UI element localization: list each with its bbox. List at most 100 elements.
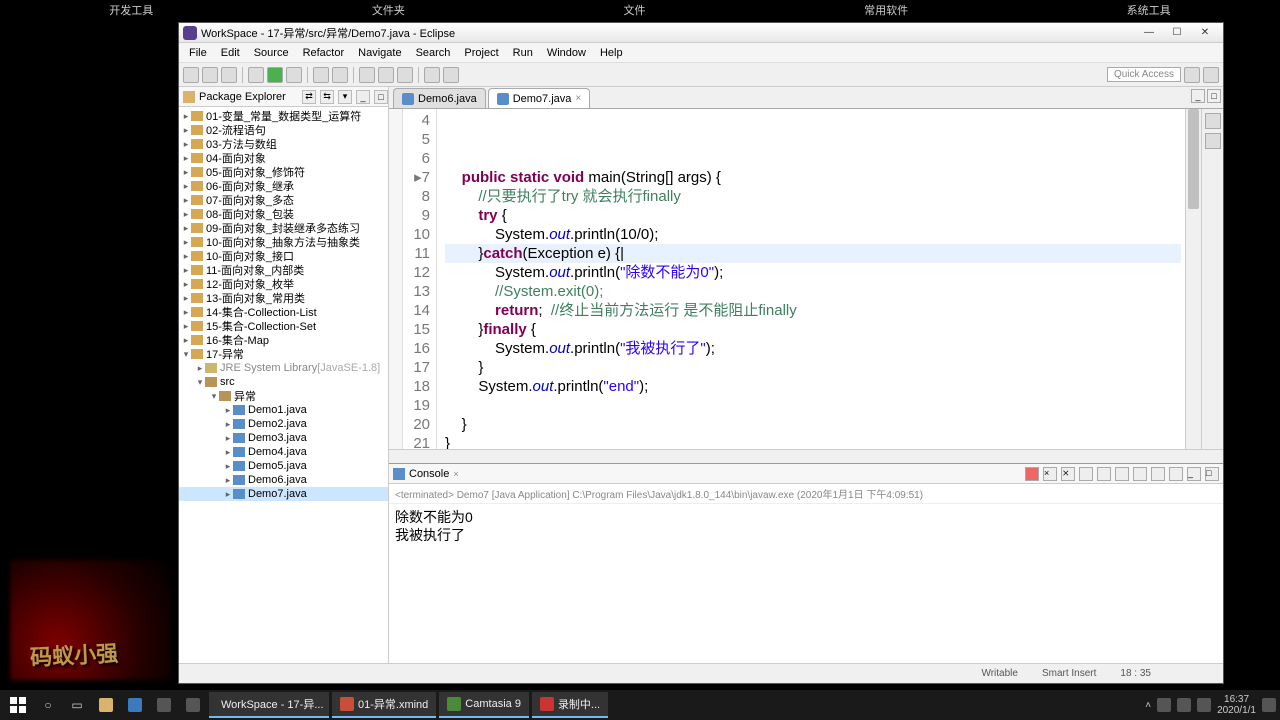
run-icon[interactable]: [267, 67, 283, 83]
window-titlebar[interactable]: WorkSpace - 17-异常/src/异常/Demo7.java - Ec…: [179, 23, 1223, 43]
menu-navigate[interactable]: Navigate: [352, 45, 407, 61]
save-button-icon[interactable]: [202, 67, 218, 83]
package-item[interactable]: ▾异常: [179, 389, 388, 403]
word-wrap-icon[interactable]: [1115, 467, 1129, 481]
taskbar-app-recording[interactable]: 录制中...: [532, 692, 608, 718]
vertical-scrollbar[interactable]: [1185, 109, 1201, 449]
menu-refactor[interactable]: Refactor: [297, 45, 351, 61]
java-file-item[interactable]: ▸Demo4.java: [179, 445, 388, 459]
taskbar-app-xmind[interactable]: 01-异常.xmind: [332, 692, 436, 718]
windows-taskbar[interactable]: ○ ▭ WorkSpace - 17-异... 01-异常.xmind Camt…: [0, 690, 1280, 720]
display-console-icon[interactable]: [1151, 467, 1165, 481]
project-item[interactable]: ▸16-集合-Map: [179, 333, 388, 347]
project-item[interactable]: ▸08-面向对象_包装: [179, 207, 388, 221]
menu-search[interactable]: Search: [410, 45, 457, 61]
save-all-icon[interactable]: [221, 67, 237, 83]
java-file-item[interactable]: ▸Demo6.java: [179, 473, 388, 487]
new-class-icon[interactable]: [332, 67, 348, 83]
debug-icon[interactable]: [248, 67, 264, 83]
project-item[interactable]: ▸01-变量_常量_数据类型_运算符: [179, 109, 388, 123]
explorer-icon[interactable]: [93, 692, 119, 718]
app-icon[interactable]: [151, 692, 177, 718]
remove-all-icon[interactable]: ⨯: [1061, 467, 1075, 481]
edge-icon[interactable]: [122, 692, 148, 718]
taskbar-app-camtasia[interactable]: Camtasia 9: [439, 692, 529, 718]
perspective-java-icon[interactable]: [1184, 67, 1200, 83]
project-item[interactable]: ▸09-面向对象_封装继承多态练习: [179, 221, 388, 235]
top-menu-item-system[interactable]: 系统工具: [1127, 2, 1171, 18]
tray-volume-icon[interactable]: [1197, 698, 1211, 712]
tray-notification-icon[interactable]: [1262, 698, 1276, 712]
java-file-item[interactable]: ▸Demo3.java: [179, 431, 388, 445]
view-menu-icon[interactable]: ▾: [338, 90, 352, 104]
taskbar-app-eclipse[interactable]: WorkSpace - 17-异...: [209, 692, 329, 718]
tab-demo7[interactable]: Demo7.java ×: [488, 88, 591, 108]
menu-run[interactable]: Run: [507, 45, 539, 61]
toggle-mark-icon[interactable]: [397, 67, 413, 83]
system-tray[interactable]: ˄ 16:37 2020/1/1: [1145, 694, 1276, 716]
project-item[interactable]: ▸10-面向对象_抽象方法与抽象类: [179, 235, 388, 249]
project-item[interactable]: ▸02-流程语句: [179, 123, 388, 137]
project-item-open[interactable]: ▾17-异常: [179, 347, 388, 361]
app-icon-2[interactable]: [180, 692, 206, 718]
project-item[interactable]: ▸14-集合-Collection-List: [179, 305, 388, 319]
start-button[interactable]: [4, 692, 32, 718]
java-file-item[interactable]: ▸Demo5.java: [179, 459, 388, 473]
project-item[interactable]: ▸07-面向对象_多态: [179, 193, 388, 207]
project-item[interactable]: ▸11-面向对象_内部类: [179, 263, 388, 277]
top-menu-item-file[interactable]: 文件: [623, 2, 645, 18]
project-item[interactable]: ▸15-集合-Collection-Set: [179, 319, 388, 333]
editor-maximize-icon[interactable]: □: [1207, 89, 1221, 103]
code-content[interactable]: public static void main(String[] args) {…: [437, 109, 1185, 449]
new-package-icon[interactable]: [313, 67, 329, 83]
console-close-icon[interactable]: ×: [453, 469, 458, 479]
minimize-view-icon[interactable]: _: [356, 90, 370, 104]
tasklist-icon[interactable]: [1205, 133, 1221, 149]
tray-clock[interactable]: 16:37 2020/1/1: [1217, 694, 1256, 716]
tab-demo6[interactable]: Demo6.java: [393, 88, 486, 108]
maximize-view-icon[interactable]: □: [374, 90, 388, 104]
editor-minimize-icon[interactable]: _: [1191, 89, 1205, 103]
link-editor-icon[interactable]: ⇆: [320, 90, 334, 104]
menu-file[interactable]: File: [183, 45, 213, 61]
minimize-button[interactable]: —: [1135, 24, 1163, 42]
top-menu-item-folder[interactable]: 文件夹: [372, 2, 405, 18]
close-icon[interactable]: ×: [575, 93, 581, 104]
new-button-icon[interactable]: [183, 67, 199, 83]
cortana-icon[interactable]: ○: [35, 692, 61, 718]
scroll-lock-icon[interactable]: [1097, 467, 1111, 481]
remove-launch-icon[interactable]: ×: [1043, 467, 1057, 481]
project-item[interactable]: ▸03-方法与数组: [179, 137, 388, 151]
terminate-icon[interactable]: [1025, 467, 1039, 481]
pin-console-icon[interactable]: [1133, 467, 1147, 481]
console-min-icon[interactable]: _: [1187, 467, 1201, 481]
horizontal-scrollbar[interactable]: [389, 449, 1223, 463]
jre-library[interactable]: ▸JRE System Library [JavaSE-1.8]: [179, 361, 388, 375]
console-output[interactable]: 除数不能为0我被执行了: [389, 504, 1223, 663]
project-tree[interactable]: ▸01-变量_常量_数据类型_运算符▸02-流程语句▸03-方法与数组▸04-面…: [179, 107, 388, 663]
close-button[interactable]: ✕: [1191, 24, 1219, 42]
code-editor[interactable]: 456▸78910111213141516171819202122 public…: [389, 109, 1201, 449]
quick-access-input[interactable]: Quick Access: [1107, 67, 1181, 82]
collapse-all-icon[interactable]: ⇄: [302, 90, 316, 104]
project-item[interactable]: ▸13-面向对象_常用类: [179, 291, 388, 305]
java-file-item[interactable]: ▸Demo1.java: [179, 403, 388, 417]
forward-icon[interactable]: [443, 67, 459, 83]
java-file-item[interactable]: ▸Demo2.java: [179, 417, 388, 431]
tray-network-icon[interactable]: [1177, 698, 1191, 712]
maximize-button[interactable]: ☐: [1163, 24, 1191, 42]
tray-icon[interactable]: [1157, 698, 1171, 712]
menu-window[interactable]: Window: [541, 45, 592, 61]
back-icon[interactable]: [424, 67, 440, 83]
project-item[interactable]: ▸04-面向对象: [179, 151, 388, 165]
menu-source[interactable]: Source: [248, 45, 295, 61]
menu-help[interactable]: Help: [594, 45, 629, 61]
outline-icon[interactable]: [1205, 113, 1221, 129]
project-item[interactable]: ▸06-面向对象_继承: [179, 179, 388, 193]
project-item[interactable]: ▸05-面向对象_修饰符: [179, 165, 388, 179]
open-console-icon[interactable]: [1169, 467, 1183, 481]
run-last-icon[interactable]: [286, 67, 302, 83]
java-file-item[interactable]: ▸Demo7.java: [179, 487, 388, 501]
top-menu-item-common[interactable]: 常用软件: [864, 2, 908, 18]
project-item[interactable]: ▸12-面向对象_枚举: [179, 277, 388, 291]
